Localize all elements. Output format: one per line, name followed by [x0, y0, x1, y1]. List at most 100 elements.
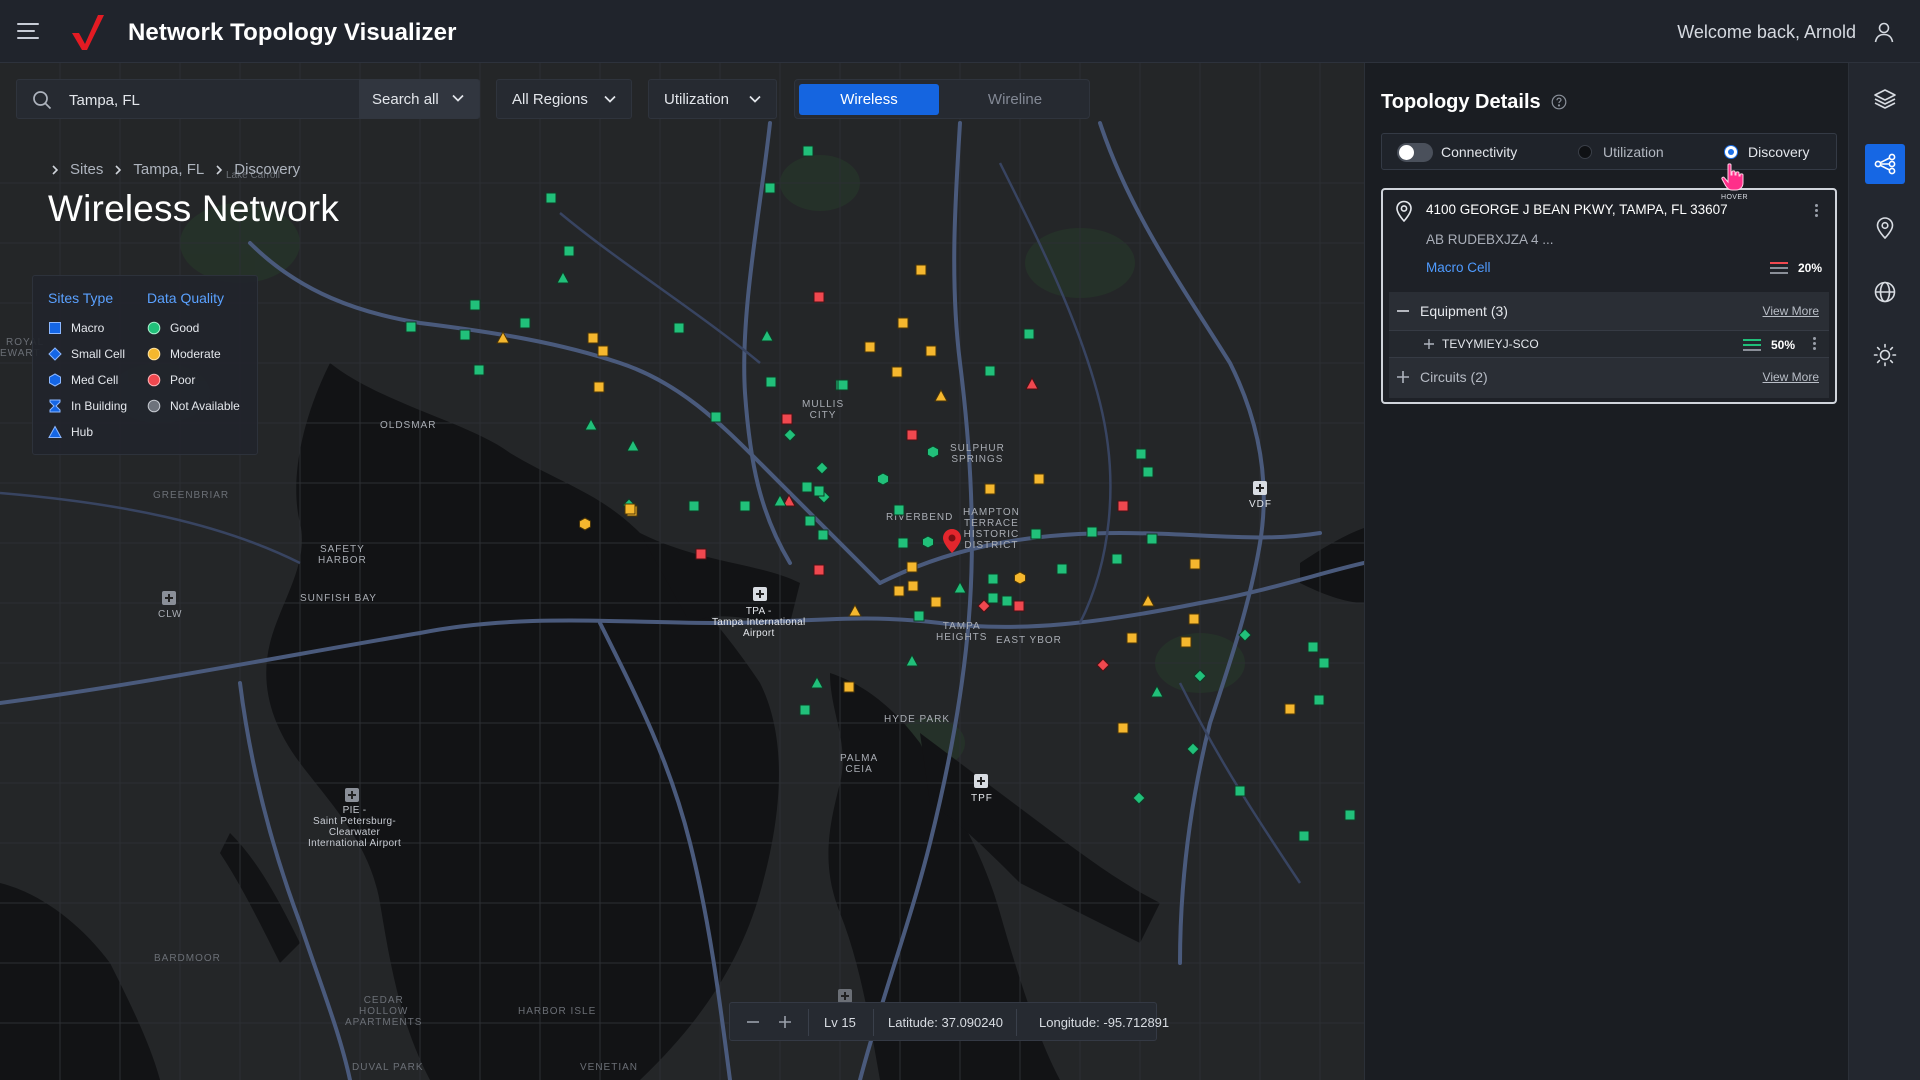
site-marker[interactable]	[587, 332, 599, 344]
site-marker[interactable]	[906, 429, 918, 441]
site-marker[interactable]	[1180, 636, 1192, 648]
site-marker[interactable]	[1189, 558, 1201, 570]
site-marker[interactable]	[1298, 830, 1310, 842]
site-marker[interactable]	[1318, 657, 1330, 669]
discovery-radio[interactable]	[1724, 145, 1738, 159]
site-marker[interactable]	[473, 364, 485, 376]
site-marker[interactable]	[1186, 742, 1200, 756]
site-marker[interactable]	[925, 345, 937, 357]
site-marker[interactable]	[922, 535, 934, 549]
site-marker[interactable]	[626, 438, 640, 452]
site-marker[interactable]	[556, 270, 570, 284]
site-marker[interactable]	[469, 299, 481, 311]
site-marker[interactable]	[1284, 703, 1296, 715]
site-marker[interactable]	[1188, 613, 1200, 625]
site-marker[interactable]	[563, 245, 575, 257]
site-marker[interactable]	[781, 413, 793, 425]
site-marker[interactable]	[739, 500, 751, 512]
site-marker[interactable]	[1001, 595, 1013, 607]
expand-plus-icon[interactable]	[1396, 370, 1410, 384]
site-marker[interactable]	[1096, 658, 1110, 672]
site-marker[interactable]	[1193, 669, 1207, 683]
breadcrumb-discovery[interactable]: Discovery	[234, 161, 300, 178]
site-marker[interactable]	[802, 145, 814, 157]
tab-discovery[interactable]: Discovery	[1748, 144, 1809, 160]
site-marker[interactable]	[1146, 533, 1158, 545]
zoom-in-icon[interactable]	[775, 1012, 795, 1032]
site-marker[interactable]	[710, 411, 722, 423]
site-marker[interactable]	[405, 321, 417, 333]
site-marker[interactable]	[584, 417, 598, 431]
more-options-icon[interactable]	[1813, 337, 1817, 353]
site-marker[interactable]	[984, 483, 996, 495]
site-marker[interactable]	[905, 653, 919, 667]
site-marker[interactable]	[1117, 722, 1129, 734]
site-marker[interactable]	[877, 472, 889, 486]
utilization-radio[interactable]	[1578, 145, 1592, 159]
site-marker[interactable]	[934, 388, 948, 402]
site-marker[interactable]	[1313, 694, 1325, 706]
site-marker[interactable]	[1234, 785, 1246, 797]
search-input[interactable]	[69, 88, 339, 112]
site-marker[interactable]	[907, 580, 919, 592]
site-marker[interactable]	[891, 366, 903, 378]
site-marker[interactable]	[1014, 571, 1026, 585]
site-marker[interactable]	[813, 564, 825, 576]
site-marker[interactable]	[817, 529, 829, 541]
site-marker[interactable]	[459, 329, 471, 341]
site-marker[interactable]	[496, 330, 510, 344]
site-marker[interactable]	[579, 517, 591, 531]
site-marker[interactable]	[1344, 809, 1356, 821]
site-marker[interactable]	[927, 445, 939, 459]
site-marker[interactable]	[765, 376, 777, 388]
tab-connectivity[interactable]: Connectivity	[1441, 144, 1517, 160]
site-marker[interactable]	[1025, 376, 1039, 390]
connectivity-toggle[interactable]	[1397, 143, 1433, 162]
globe-button[interactable]	[1865, 272, 1905, 312]
site-marker[interactable]	[1056, 563, 1068, 575]
site-marker[interactable]	[1126, 632, 1138, 644]
site-marker[interactable]	[810, 675, 824, 689]
zoom-out-icon[interactable]	[743, 1012, 763, 1032]
site-marker[interactable]	[897, 537, 909, 549]
site-marker[interactable]	[815, 461, 829, 475]
site-marker[interactable]	[813, 291, 825, 303]
breadcrumb-sites[interactable]: Sites	[70, 161, 103, 178]
equipment-item[interactable]: TEVYMIEYJ-SCO 50%	[1389, 330, 1829, 358]
equipment-view-more-link[interactable]: View More	[1763, 304, 1819, 318]
breadcrumb-city[interactable]: Tampa, FL	[133, 161, 204, 178]
locations-button[interactable]	[1865, 208, 1905, 248]
site-marker[interactable]	[804, 515, 816, 527]
site-marker[interactable]	[843, 681, 855, 693]
more-options-icon[interactable]	[1815, 204, 1819, 220]
site-marker[interactable]	[1030, 528, 1042, 540]
site-marker[interactable]	[987, 573, 999, 585]
site-marker[interactable]	[984, 365, 996, 377]
wireline-tab[interactable]: Wireline	[945, 84, 1085, 115]
regions-dropdown[interactable]: All Regions	[496, 79, 632, 119]
search-scope-dropdown[interactable]: Search all	[359, 79, 479, 119]
site-marker[interactable]	[695, 548, 707, 560]
tab-utilization[interactable]: Utilization	[1603, 144, 1664, 160]
site-marker[interactable]	[897, 317, 909, 329]
site-marker[interactable]	[953, 580, 967, 594]
metric-dropdown[interactable]: Utilization	[648, 79, 777, 119]
site-marker[interactable]	[906, 561, 918, 573]
site-marker[interactable]	[1111, 553, 1123, 565]
expand-plus-icon[interactable]	[1423, 338, 1435, 350]
site-marker[interactable]	[1141, 593, 1155, 607]
site-marker[interactable]	[597, 345, 609, 357]
site-marker[interactable]	[1013, 600, 1025, 612]
site-marker[interactable]	[764, 182, 776, 194]
site-marker[interactable]	[801, 481, 813, 493]
site-marker[interactable]	[864, 341, 876, 353]
site-type-link[interactable]: Macro Cell	[1426, 260, 1491, 275]
site-marker[interactable]	[893, 585, 905, 597]
site-marker[interactable]	[1135, 448, 1147, 460]
site-marker[interactable]	[915, 264, 927, 276]
map-canvas[interactable]: OLDSMAR GREENBRIAR SAFETY HARBOR SUNFISH …	[0, 63, 1364, 1080]
equipment-row[interactable]: Equipment (3) View More	[1389, 292, 1829, 330]
site-marker[interactable]	[1132, 791, 1146, 805]
site-marker[interactable]	[1142, 466, 1154, 478]
collapse-minus-icon[interactable]	[1396, 304, 1410, 318]
